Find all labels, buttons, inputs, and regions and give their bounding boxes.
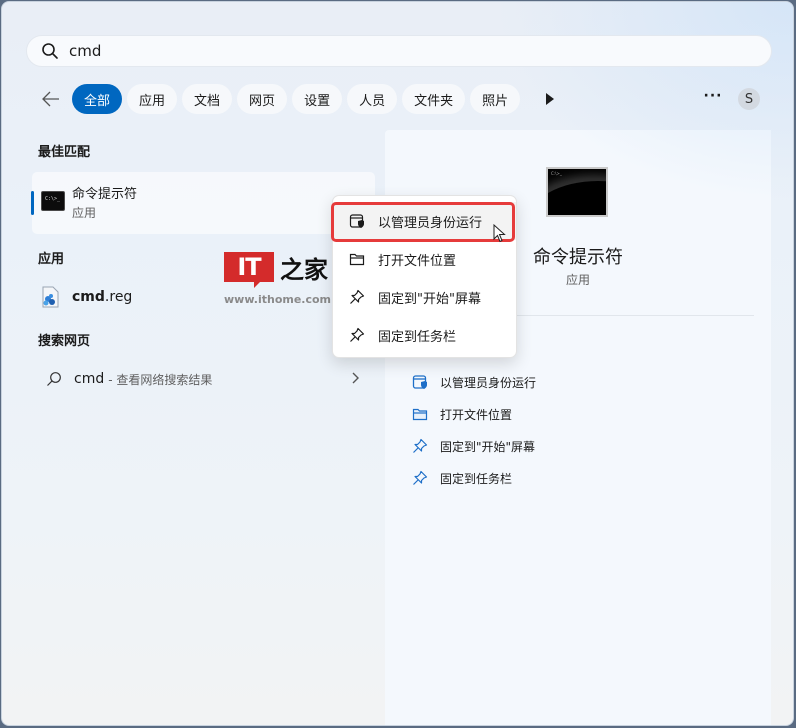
search-input[interactable] [69,42,669,60]
folder-icon [412,408,428,421]
action-label: 以管理员身份运行 [440,375,537,390]
command-prompt-icon: C:\>_ [41,191,65,211]
filter-chip-apps[interactable]: 应用 [127,84,178,114]
context-menu-label: 固定到"开始"屏幕 [378,291,481,307]
command-prompt-large-icon: C:\>_ [546,167,608,217]
apps-heading: 应用 [38,252,65,267]
arrow-left-icon [42,91,59,107]
best-match-type: 应用 [72,206,97,220]
web-search-hint: - 查看网络搜索结果 [108,372,213,387]
action-label: 固定到"开始"屏幕 [440,439,536,454]
best-match-item[interactable]: C:\>_ 命令提示符 应用 [31,172,375,234]
action-label: 打开文件位置 [440,407,513,422]
pin-icon [350,327,365,342]
filter-bar: 全部 应用 文档 网页 设置 人员 文件夹 照片 ··· S [38,84,778,114]
search-icon [42,43,58,59]
action-open-file-location[interactable]: 打开文件位置 [412,398,536,430]
pin-icon [413,470,428,485]
action-pin-to-start[interactable]: 固定到"开始"屏幕 [412,430,536,462]
web-search-heading: 搜索网页 [38,334,91,349]
context-menu-pin-to-start[interactable]: 固定到"开始"屏幕 [333,278,516,316]
context-menu-label: 打开文件位置 [378,253,457,269]
avatar[interactable]: S [738,88,760,110]
context-menu-run-as-admin[interactable]: 以管理员身份运行 [331,202,516,242]
context-menu-label: 固定到任务栏 [378,329,457,345]
back-button[interactable] [38,86,64,112]
web-search-item[interactable]: cmd - 查看网络搜索结果 [46,367,366,391]
context-menu-pin-to-taskbar[interactable]: 固定到任务栏 [333,316,516,354]
filter-chip-people[interactable]: 人员 [347,84,398,114]
filter-chip-settings[interactable]: 设置 [292,84,343,114]
play-icon [546,93,555,105]
context-menu-open-file-location[interactable]: 打开文件位置 [333,240,516,278]
pin-icon [350,289,365,304]
chevron-right-icon[interactable] [350,371,360,385]
action-run-as-admin[interactable]: 以管理员身份运行 [412,366,536,398]
filter-chip-photos[interactable]: 照片 [470,84,521,114]
admin-shield-icon [412,375,427,389]
web-search-query: cmd [74,371,105,387]
action-pin-to-taskbar[interactable]: 固定到任务栏 [412,462,536,494]
search-window: 全部 应用 文档 网页 设置 人员 文件夹 照片 ··· S 最佳匹配 C:\>… [1,1,794,726]
context-menu-label: 以管理员身份运行 [378,215,483,231]
admin-shield-icon [349,214,364,228]
context-menu: 以管理员身份运行 打开文件位置 固定到"开始"屏幕 固定到任务栏 [331,195,517,358]
folder-icon [349,253,365,266]
action-label: 固定到任务栏 [440,471,513,486]
filter-chip-folders[interactable]: 文件夹 [402,84,466,114]
watermark-url: www.ithome.com [224,293,332,306]
results-list: 最佳匹配 C:\>_ 命令提示符 应用 应用 cmd.reg 搜索网页 cmd … [2,127,382,725]
mouse-cursor-icon [493,224,506,243]
search-box[interactable] [26,35,772,67]
best-match-name: 命令提示符 [72,187,138,202]
filter-chip-web[interactable]: 网页 [237,84,288,114]
search-icon [47,372,61,386]
watermark-logo-text: 之家 [280,255,328,284]
details-actions: 以管理员身份运行 打开文件位置 固定到"开始"屏幕 固定到任务栏 [412,366,536,494]
best-match-heading: 最佳匹配 [38,145,91,160]
filter-chip-all[interactable]: 全部 [72,84,123,114]
pin-icon [413,438,428,453]
selection-indicator [31,191,34,215]
filter-chip-documents[interactable]: 文档 [182,84,233,114]
app-item-name: cmd.reg [72,289,133,305]
registry-file-icon [42,286,59,308]
watermark-logo: IT [224,252,274,288]
watermark: IT 之家 www.ithome.com [224,248,332,310]
more-options-button[interactable]: ··· [702,88,724,110]
app-item-cmd-reg[interactable]: cmd.reg [40,285,132,309]
more-filters-button[interactable] [539,88,561,110]
